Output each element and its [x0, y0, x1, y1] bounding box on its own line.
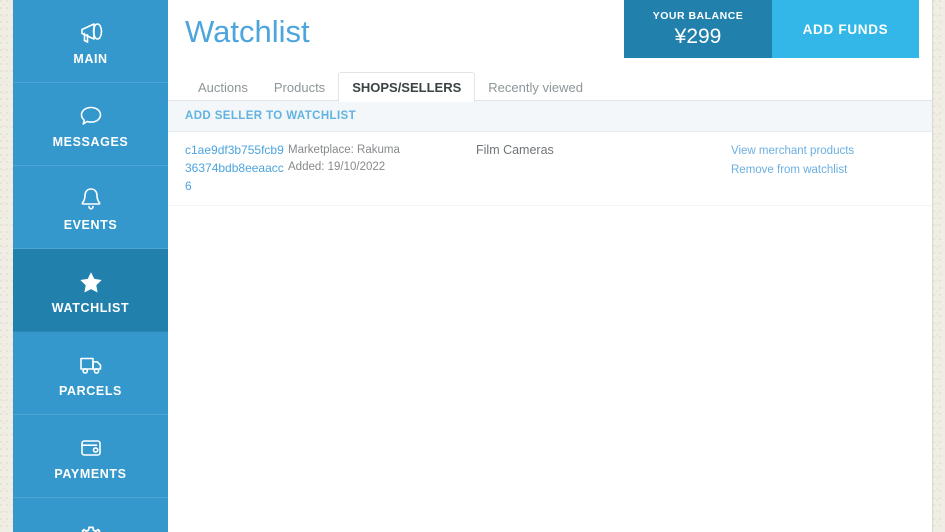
seller-category-text: Film Cameras	[476, 143, 554, 157]
star-icon	[78, 265, 104, 299]
table-row: c1ae9df3b755fcb936374bdb8eeaacc6 Marketp…	[168, 132, 932, 206]
action-bar: ADD SELLER TO WATCHLIST	[168, 101, 932, 132]
page-scroll-gutter[interactable]	[932, 0, 945, 532]
marketplace-text: Marketplace: Rakuma	[288, 144, 400, 156]
sidebar: MAIN MESSAGES EVENTS WATCHLIST PARCELS P…	[13, 0, 168, 532]
sidebar-item-settings[interactable]	[13, 498, 168, 532]
balance-label: YOUR BALANCE	[652, 10, 744, 22]
bell-icon	[77, 182, 105, 216]
sellers-table: c1ae9df3b755fcb936374bdb8eeaacc6 Marketp…	[168, 132, 932, 206]
add-funds-button[interactable]: ADD FUNDS	[772, 0, 919, 58]
seller-id-cell: c1ae9df3b755fcb936374bdb8eeaacc6	[168, 141, 288, 195]
balance-group: YOUR BALANCE ¥299 ADD FUNDS	[624, 0, 919, 58]
sidebar-item-main[interactable]: MAIN	[13, 0, 168, 83]
balance-value: ¥299	[674, 25, 722, 48]
sidebar-item-label: MAIN	[73, 52, 108, 66]
tab-recently-viewed[interactable]: Recently viewed	[475, 72, 596, 101]
seller-meta-cell: Marketplace: Rakuma Added: 19/10/2022	[288, 141, 476, 195]
wallet-icon	[77, 431, 105, 465]
sidebar-item-label: MESSAGES	[52, 135, 129, 149]
top-bar: Watchlist YOUR BALANCE ¥299 ADD FUNDS	[168, 0, 932, 58]
add-seller-to-watchlist-link[interactable]: ADD SELLER TO WATCHLIST	[185, 110, 356, 122]
truck-icon	[76, 348, 106, 382]
sidebar-item-label: WATCHLIST	[51, 301, 130, 315]
sidebar-item-parcels[interactable]: PARCELS	[13, 332, 168, 415]
sidebar-item-label: PAYMENTS	[54, 467, 127, 481]
sidebar-item-label: EVENTS	[63, 218, 118, 232]
megaphone-icon	[76, 16, 106, 50]
seller-id-link[interactable]: c1ae9df3b755fcb936374bdb8eeaacc6	[185, 141, 288, 195]
tab-products[interactable]: Products	[261, 72, 338, 101]
watchlist-tabs: Auctions Products SHOPS/SELLERS Recently…	[168, 66, 932, 102]
tab-auctions[interactable]: Auctions	[185, 72, 261, 101]
sidebar-item-payments[interactable]: PAYMENTS	[13, 415, 168, 498]
sidebar-item-label: PARCELS	[58, 384, 122, 398]
sidebar-item-watchlist[interactable]: WATCHLIST	[13, 249, 168, 332]
sidebar-item-events[interactable]: EVENTS	[13, 166, 168, 249]
main-content: Watchlist YOUR BALANCE ¥299 ADD FUNDS Au…	[168, 0, 932, 532]
balance-box: YOUR BALANCE ¥299	[624, 0, 772, 58]
seller-actions-cell: View merchant products Remove from watch…	[731, 141, 932, 195]
tab-shops-sellers[interactable]: SHOPS/SELLERS	[338, 72, 476, 102]
gear-icon	[76, 521, 106, 532]
added-date-text: Added: 19/10/2022	[288, 161, 386, 173]
page-title: Watchlist	[185, 14, 310, 49]
remove-from-watchlist-link[interactable]: Remove from watchlist	[731, 161, 932, 180]
app-window: MAIN MESSAGES EVENTS WATCHLIST PARCELS P…	[13, 0, 932, 532]
view-merchant-products-link[interactable]: View merchant products	[731, 142, 932, 161]
speech-bubble-icon	[76, 99, 106, 133]
sidebar-item-messages[interactable]: MESSAGES	[13, 83, 168, 166]
